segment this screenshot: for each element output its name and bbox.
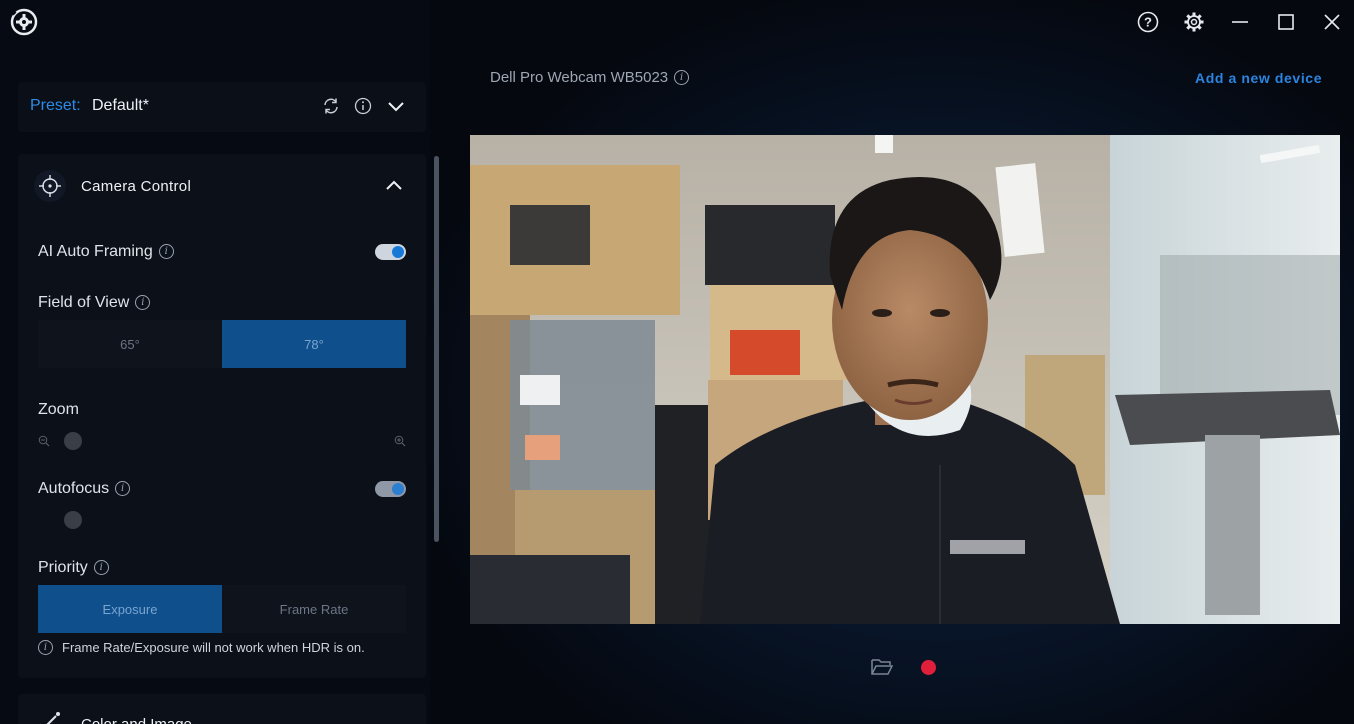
info-icon[interactable]: i bbox=[674, 70, 690, 85]
device-name: Dell Pro Webcam WB5023 bbox=[490, 69, 669, 86]
device-name-row: Dell Pro Webcam WB5023 i bbox=[490, 69, 690, 86]
folder-open-icon[interactable] bbox=[871, 656, 893, 678]
color-image-title: Color and Image bbox=[81, 716, 192, 724]
app-logo-icon bbox=[8, 6, 40, 38]
ai-auto-framing-label: AI Auto Framing bbox=[38, 243, 153, 260]
priority-row: Priority i bbox=[38, 559, 109, 577]
camera-preview bbox=[470, 135, 1340, 624]
fov-65-option[interactable]: 65° bbox=[38, 320, 222, 368]
field-of-view-row: Field of View i bbox=[38, 294, 151, 312]
preset-selector[interactable]: Preset: Default* bbox=[18, 82, 426, 132]
ai-auto-framing-toggle[interactable] bbox=[375, 244, 406, 260]
hdr-note-text: Frame Rate/Exposure will not work when H… bbox=[62, 640, 365, 655]
crosshair-icon bbox=[34, 170, 66, 202]
panel-title: Camera Control bbox=[81, 178, 192, 195]
info-icon: i bbox=[38, 640, 53, 655]
ai-auto-framing-row: AI Auto Framing i bbox=[38, 243, 174, 261]
zoom-label: Zoom bbox=[38, 401, 79, 418]
close-icon[interactable] bbox=[1318, 8, 1346, 36]
autofocus-toggle[interactable] bbox=[375, 481, 406, 497]
zoom-out-icon bbox=[38, 434, 50, 452]
sidebar-scrollbar[interactable] bbox=[434, 156, 439, 542]
help-icon[interactable]: ? bbox=[1134, 8, 1162, 36]
color-image-panel[interactable]: Color and Image bbox=[18, 694, 426, 724]
hdr-note: i Frame Rate/Exposure will not work when… bbox=[38, 640, 365, 655]
preset-info-icon[interactable] bbox=[351, 94, 375, 118]
priority-label: Priority bbox=[38, 559, 88, 576]
priority-exposure-option[interactable]: Exposure bbox=[38, 585, 222, 633]
settings-gear-icon[interactable] bbox=[1180, 8, 1208, 36]
preset-label: Preset: bbox=[30, 97, 81, 114]
fov-78-option[interactable]: 78° bbox=[222, 320, 406, 368]
priority-frame-rate-option[interactable]: Frame Rate bbox=[222, 585, 406, 633]
camera-control-panel: Camera Control AI Auto Framing i Field of… bbox=[18, 154, 426, 678]
svg-text:?: ? bbox=[1144, 15, 1152, 30]
record-dot-icon bbox=[920, 659, 936, 675]
autofocus-label: Autofocus bbox=[38, 480, 110, 497]
focus-slider-handle[interactable] bbox=[64, 511, 82, 529]
record-button[interactable] bbox=[917, 656, 939, 678]
zoom-in-icon bbox=[394, 434, 406, 452]
focus-slider[interactable] bbox=[38, 511, 406, 529]
chevron-down-icon[interactable] bbox=[384, 94, 408, 118]
minimize-icon[interactable] bbox=[1226, 8, 1254, 36]
field-of-view-segmented: 65° 78° bbox=[38, 320, 406, 368]
zoom-slider-handle[interactable] bbox=[64, 432, 82, 450]
info-icon[interactable]: i bbox=[115, 481, 131, 497]
chevron-up-icon[interactable] bbox=[382, 174, 406, 198]
field-of-view-label: Field of View bbox=[38, 294, 130, 311]
add-new-device-link[interactable]: Add a new device bbox=[1195, 70, 1322, 86]
info-icon[interactable]: i bbox=[135, 295, 151, 311]
magic-wand-icon bbox=[36, 708, 62, 724]
maximize-icon[interactable] bbox=[1272, 8, 1300, 36]
priority-segmented: Exposure Frame Rate bbox=[38, 585, 406, 633]
zoom-slider[interactable] bbox=[38, 432, 406, 452]
reset-preset-icon[interactable] bbox=[319, 94, 343, 118]
autofocus-row: Autofocus i bbox=[38, 480, 131, 498]
preset-value: Default* bbox=[92, 97, 149, 114]
info-icon[interactable]: i bbox=[158, 244, 174, 260]
info-icon[interactable]: i bbox=[93, 560, 109, 576]
